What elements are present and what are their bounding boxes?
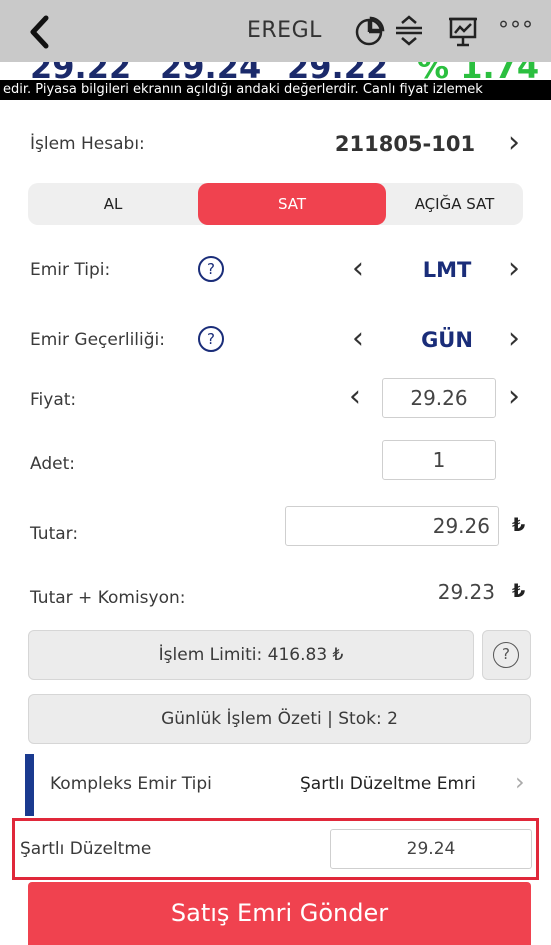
chevron-left-icon[interactable]: ‹ [352, 324, 364, 354]
amount-commission-label: Tutar + Komisyon: [30, 588, 186, 608]
stock-symbol: EREGL [247, 18, 322, 43]
change-percent: % 1.74 [417, 62, 539, 80]
validity-value: GÜN [421, 328, 473, 352]
help-icon[interactable]: ? [198, 256, 224, 282]
chevron-right-icon[interactable]: › [508, 324, 520, 354]
more-menu-icon[interactable]: °°° [498, 18, 534, 43]
amount-input[interactable]: 29.26 [285, 506, 499, 546]
chevron-right-icon[interactable]: › [508, 254, 520, 284]
amount-commission-value: 29.23 [437, 580, 495, 604]
info-ticker: edir. Piyasa bilgileri ekranın açıldığı … [0, 80, 551, 100]
limit-help-button[interactable]: ? [482, 630, 531, 680]
chevron-right-icon[interactable]: › [515, 770, 525, 794]
price-input[interactable]: 29.26 [382, 378, 496, 418]
submit-sell-order-button[interactable]: Satış Emri Gönder [28, 882, 531, 945]
chevron-left-icon[interactable]: ‹ [352, 254, 364, 284]
complex-order-row[interactable]: Kompleks Emir Tipi Şartlı Düzeltme Emri … [0, 754, 551, 816]
tab-buy[interactable]: AL [28, 183, 198, 225]
amount-row: Tutar: 29.26 ₺ [0, 506, 551, 552]
pie-chart-icon[interactable] [352, 14, 386, 48]
amount-commission-row: Tutar + Komisyon: 29.23 ₺ [0, 576, 551, 620]
order-type-value: LMT [422, 258, 472, 282]
help-icon: ? [493, 642, 519, 668]
complex-order-value: Şartlı Düzeltme Emri [300, 774, 476, 794]
price-strip: 29.22 29.24 29.22 % 1.74 [0, 62, 551, 80]
order-type-row: Emir Tipi: ? ‹ LMT › [0, 248, 551, 294]
account-row[interactable]: İşlem Hesabı: 211805-101 › [0, 122, 551, 168]
chevron-left-icon[interactable]: ‹ [349, 382, 361, 412]
conditional-input[interactable]: 29.24 [330, 829, 532, 869]
account-label: İşlem Hesabı: [30, 134, 145, 154]
price-value: 29.22 [30, 62, 131, 80]
tab-sell[interactable]: SAT [198, 183, 386, 225]
complex-order-label: Kompleks Emir Tipi [50, 774, 212, 794]
top-bar: EREGL °°° [0, 0, 551, 62]
chevron-right-icon[interactable]: › [508, 128, 520, 158]
account-number: 211805-101 [334, 132, 476, 156]
help-icon[interactable]: ? [198, 326, 224, 352]
lira-icon: ₺ [512, 580, 526, 602]
conditional-label: Şartlı Düzeltme [20, 839, 152, 859]
quantity-input[interactable]: 1 [382, 440, 496, 480]
lira-icon: ₺ [512, 514, 526, 536]
price-row: Fiyat: ‹ 29.26 › [0, 376, 551, 422]
trade-limit-button[interactable]: İşlem Limiti: 416.83 ₺ [28, 630, 474, 680]
validity-row: Emir Geçerliliği: ? ‹ GÜN › [0, 318, 551, 364]
back-arrow-icon[interactable] [22, 12, 62, 52]
sort-lines-icon[interactable] [392, 14, 426, 48]
quantity-label: Adet: [30, 454, 75, 474]
price-value: 29.22 [287, 62, 388, 80]
side-selector: AL SAT AÇIĞA SAT [28, 183, 523, 225]
tab-short-sell[interactable]: AÇIĞA SAT [386, 183, 523, 225]
conditional-row: Şartlı Düzeltme 29.24 [0, 821, 551, 877]
price-value: 29.24 [160, 62, 261, 80]
accent-bar [25, 754, 34, 816]
chevron-right-icon[interactable]: › [508, 382, 520, 412]
validity-label: Emir Geçerliliği: [30, 330, 165, 350]
amount-label: Tutar: [30, 524, 79, 544]
quantity-row: Adet: 1 [0, 440, 551, 484]
daily-summary-button[interactable]: Günlük İşlem Özeti | Stok: 2 [28, 694, 531, 744]
order-type-label: Emir Tipi: [30, 260, 111, 280]
chart-board-icon[interactable] [446, 14, 480, 48]
price-label: Fiyat: [30, 390, 77, 410]
